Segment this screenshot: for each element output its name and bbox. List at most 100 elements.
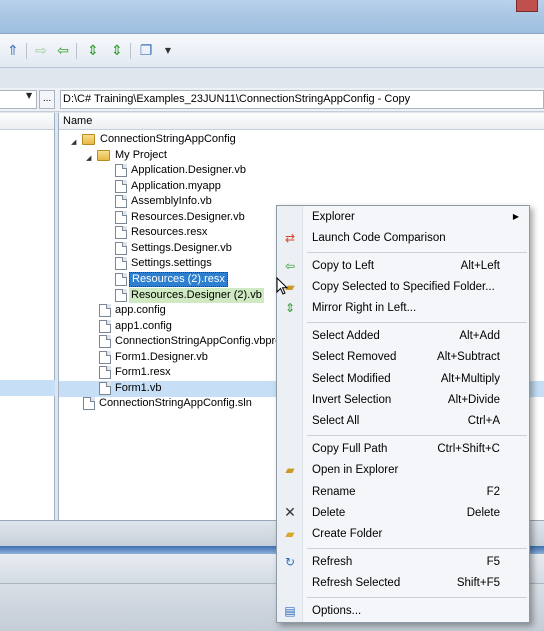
file-icon — [115, 164, 127, 177]
tree-row-project-folder[interactable]: ◢ ConnectionStringAppConfig — [59, 132, 544, 148]
tree-row-label: Resources (2).resx — [129, 272, 228, 287]
menu-item-copy-selected-to-folder[interactable]: ▰ Copy Selected to Specified Folder... — [277, 277, 529, 297]
menu-item-shortcut: F5 — [486, 556, 500, 568]
menu-item-create-folder[interactable]: ▰ Create Folder — [277, 524, 529, 544]
menu-item-refresh-selected[interactable]: Refresh Selected Shift+F5 — [277, 573, 529, 593]
collapse-up-icon[interactable]: ⇑ — [4, 42, 22, 60]
left-browse-button[interactable]: ... — [39, 90, 55, 109]
menu-item-shortcut: Alt+Subtract — [437, 351, 500, 363]
tree-row-label: My Project — [115, 149, 167, 161]
left-pane — [0, 113, 55, 520]
menu-item-label: Select Modified — [312, 373, 391, 385]
new-folder-icon: ▰ — [285, 527, 295, 541]
menu-item-select-all[interactable]: Select All Ctrl+A — [277, 411, 529, 431]
file-icon — [99, 382, 111, 395]
windows-icon[interactable]: ❐ — [137, 42, 155, 60]
chevron-down-icon[interactable]: ▼ — [26, 91, 32, 100]
menu-item-label: Rename — [312, 486, 356, 498]
menu-item-open-in-explorer[interactable]: ▰ Open in Explorer — [277, 460, 529, 480]
copy-left-arrow-icon[interactable]: ⇦ — [54, 42, 72, 60]
menu-separator — [307, 252, 527, 253]
submenu-arrow-icon: ▶ — [512, 212, 519, 221]
menu-item-label: Create Folder — [312, 528, 383, 540]
menu-separator — [307, 548, 527, 549]
tree-row-file[interactable]: Application.Designer.vb — [59, 163, 544, 179]
tree-row-label: ConnectionStringAppConfig.sln — [99, 397, 252, 409]
refresh-icon: ↻ — [284, 555, 296, 569]
menu-item-select-added[interactable]: Select Added Alt+Add — [277, 326, 529, 346]
menu-item-label: Options... — [312, 605, 362, 617]
tree-row-label: ConnectionStringAppConfig — [100, 133, 236, 145]
menu-item-select-removed[interactable]: Select Removed Alt+Subtract — [277, 347, 529, 367]
menu-item-shortcut: Ctrl+Shift+C — [437, 443, 500, 455]
menu-item-label: Select Added — [312, 330, 380, 342]
tree-row-file[interactable]: Application.myapp — [59, 179, 544, 195]
menu-item-label: Copy to Left — [312, 260, 375, 272]
tree-row-label: Settings.settings — [131, 257, 212, 269]
menu-item-label: Refresh Selected — [312, 577, 401, 589]
tree-row-label: AssemblyInfo.vb — [131, 195, 212, 207]
folder-icon — [97, 150, 110, 161]
menu-item-shortcut: F2 — [486, 486, 500, 498]
menu-item-copy-to-left[interactable]: ⇦ Copy to Left Alt+Left — [277, 256, 529, 276]
menu-item-options[interactable]: ▤ Options... — [277, 601, 529, 621]
toolbar: ⇑ ⇨ ⇦ ⇕ ⇕ ❐ ▼ — [0, 34, 544, 68]
file-icon — [99, 351, 111, 364]
menu-item-delete[interactable]: ✕ Delete Delete — [277, 503, 529, 523]
tree-row-label: Application.myapp — [131, 180, 221, 192]
arrow-left-icon: ⇦ — [284, 259, 296, 273]
toolbar-separator — [76, 43, 77, 59]
mouse-cursor-icon — [276, 277, 289, 295]
name-column-header[interactable]: Name — [59, 113, 544, 130]
right-path-input[interactable]: D:\C# Training\Examples_23JUN11\Connecti… — [60, 90, 544, 109]
tree-row-label: Form1.Designer.vb — [115, 351, 208, 363]
menu-item-refresh[interactable]: ↻ Refresh F5 — [277, 552, 529, 572]
file-icon — [83, 397, 95, 410]
menu-item-shortcut: Shift+F5 — [456, 577, 500, 589]
left-column-header[interactable] — [0, 113, 54, 130]
file-icon — [115, 211, 127, 224]
dropdown-icon[interactable]: ▼ — [159, 42, 177, 60]
menu-item-select-modified[interactable]: Select Modified Alt+Multiply — [277, 369, 529, 389]
menu-item-rename[interactable]: Rename F2 — [277, 482, 529, 502]
menu-item-label: Launch Code Comparison — [312, 232, 446, 244]
menu-item-label: Invert Selection — [312, 394, 392, 406]
tree-row-label: ConnectionStringAppConfig.vbproj — [115, 335, 284, 347]
menu-item-invert-selection[interactable]: Invert Selection Alt+Divide — [277, 390, 529, 410]
menu-item-shortcut: Alt+Divide — [447, 394, 500, 406]
file-icon — [99, 320, 111, 333]
menu-separator — [307, 597, 527, 598]
menu-item-label: Select Removed — [312, 351, 397, 363]
tree-row-my-project[interactable]: ◢ My Project — [59, 148, 544, 164]
menu-item-shortcut: Delete — [466, 507, 500, 519]
file-icon — [115, 195, 127, 208]
file-icon — [115, 289, 127, 302]
tree-row-label: Resources.resx — [131, 226, 208, 238]
menu-item-label: Select All — [312, 415, 360, 427]
sync-left-icon[interactable]: ⇕ — [108, 42, 126, 60]
tree-row-label: Resources.Designer.vb — [131, 211, 245, 223]
compare-icon: ⇄ — [284, 231, 296, 245]
menu-item-mirror-right-in-left[interactable]: ⇕ Mirror Right in Left... — [277, 298, 529, 318]
left-selected-row[interactable] — [0, 380, 55, 396]
sync-right-icon[interactable]: ⇕ — [84, 42, 102, 60]
menu-item-launch-code-comparison[interactable]: ⇄ Launch Code Comparison — [277, 228, 529, 248]
options-icon: ▤ — [284, 604, 296, 618]
close-window-button[interactable] — [516, 0, 538, 12]
menu-item-label: Explorer — [312, 211, 355, 223]
file-icon — [99, 335, 111, 348]
menu-item-explorer[interactable]: Explorer ▶ — [277, 207, 529, 227]
tree-row-label: Form1.resx — [115, 366, 171, 378]
open-explorer-icon: ▰ — [285, 463, 295, 477]
file-icon — [115, 180, 127, 193]
window-title-bar — [0, 0, 544, 34]
tree-row-label: Resources.Designer (2).vb — [129, 288, 264, 303]
menu-item-copy-full-path[interactable]: Copy Full Path Ctrl+Shift+C — [277, 439, 529, 459]
copy-right-arrow-icon[interactable]: ⇨ — [32, 42, 50, 60]
menu-item-label: Refresh — [312, 556, 353, 568]
toolbar-separator — [26, 43, 27, 59]
file-icon — [115, 257, 127, 270]
toolbar-separator — [130, 43, 131, 59]
delete-x-icon: ✕ — [284, 505, 296, 521]
tree-row-label: Settings.Designer.vb — [131, 242, 232, 254]
